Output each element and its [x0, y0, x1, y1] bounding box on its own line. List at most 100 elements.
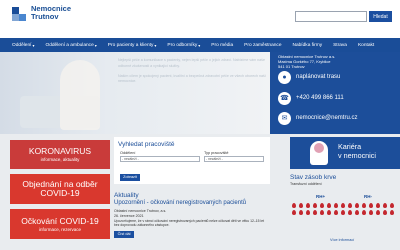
- department-search-form: Vyhledat pracoviště Oddělení - nezáleží …: [114, 137, 270, 184]
- blood-drop-icon: [306, 210, 310, 215]
- nav-item[interactable]: Strava: [333, 43, 347, 48]
- blood-drop-icon: [306, 203, 310, 208]
- blood-drop-icon: [376, 210, 380, 215]
- hero-image-nurse: [60, 60, 100, 130]
- blood-drop-icon: [320, 210, 324, 215]
- hero-text: Nejlepší péče a komunikace s pacienty, n…: [118, 58, 266, 89]
- department-label: Oddělení: [120, 151, 136, 155]
- covid-test-title: Objednání na odběr COVID-19: [22, 179, 98, 198]
- blood-drop-icon: [334, 210, 338, 215]
- blood-stock-subtitle: Transfuzní oddělení: [290, 182, 322, 186]
- career-text: Kariéra v nemocnici: [338, 142, 376, 160]
- route-link[interactable]: naplánovat trasu: [296, 74, 340, 80]
- blood-drop-icon: [355, 203, 359, 208]
- blood-drop-icon: [292, 210, 296, 215]
- site-name-line2: Trutnov: [31, 12, 59, 21]
- nav-item[interactable]: Pro odborníky ▾: [167, 43, 200, 48]
- mail-icon: ✉: [278, 112, 291, 125]
- nav-item-label: Nabídka firmy: [292, 42, 323, 48]
- coronavirus-title: KORONAVIRUS: [28, 146, 92, 156]
- contact-panel: Oblastní nemocnice Trutnov a.s. Maxima G…: [270, 52, 400, 134]
- vaccination-subtitle: informace, rezervace: [38, 226, 82, 232]
- coronavirus-subtitle: informace, aktuality: [40, 157, 80, 162]
- read-more-button[interactable]: Číst dál: [114, 231, 134, 238]
- nav-item-label: Strava: [333, 42, 347, 48]
- main-nav: Oddělení ▾ Oddělení a ambulance ▾ Pro pacien…: [0, 38, 400, 52]
- hospital-address: Oblastní nemocnice Trutnov a.s. Maxima G…: [278, 54, 335, 69]
- news-section: Aktuality Upozornění - očkování neregist…: [114, 190, 270, 250]
- nurse-avatar-icon: [310, 141, 328, 165]
- hospital-logo-icon[interactable]: [10, 5, 28, 23]
- type-select[interactable]: - nezáleží -: [204, 156, 264, 162]
- map-pin-icon: ●: [278, 71, 291, 84]
- hero-banner: Nejlepší péče a komunikace s pacienty, n…: [0, 52, 270, 134]
- blood-drop-icon: [313, 203, 317, 208]
- nav-item[interactable]: Oddělení ▾: [12, 43, 34, 48]
- blood-drop-icon: [320, 203, 324, 208]
- nav-item[interactable]: Oddělení a ambulance ▾: [45, 43, 96, 48]
- search-form-title: Vyhledat pracoviště: [118, 141, 175, 148]
- blood-drop-icon: [327, 210, 331, 215]
- site-header: Nemocnice Trutnov Hledat: [0, 0, 400, 38]
- chevron-down-icon: ▾: [94, 42, 97, 48]
- nav-item[interactable]: Pro pacienty a klienty ▾: [108, 43, 157, 48]
- covid-vaccination-button[interactable]: Očkování COVID-19 informace, rezervace: [10, 209, 110, 239]
- blood-group-rh-negative: RH-: [364, 194, 372, 199]
- news-body: Upozorňujeme, že v rámci očkování neregi…: [114, 219, 265, 227]
- news-source: Oblastní nemocnice Trutnov, a.s.: [114, 209, 167, 213]
- blood-drop-icon: [341, 210, 345, 215]
- blood-drop-icon: [327, 203, 331, 208]
- hero-paragraph-1: Nejlepší péče a komunikace s pacienty, n…: [118, 58, 265, 68]
- department-select[interactable]: - nezáleží -: [120, 156, 200, 162]
- chevron-down-icon: ▾: [154, 42, 157, 48]
- hero-paragraph-2: Naším cílem je spokojený pacient, kvalit…: [118, 73, 266, 84]
- search-input[interactable]: [295, 11, 367, 22]
- blood-drop-icon: [355, 210, 359, 215]
- search-button[interactable]: Hledat: [369, 11, 392, 22]
- department-select-value: - nezáleží -: [122, 157, 139, 161]
- chevron-down-icon: ▾: [32, 42, 35, 48]
- type-label: Typ pracoviště: [204, 151, 229, 155]
- site-name[interactable]: Nemocnice Trutnov: [31, 5, 71, 21]
- blood-drop-icon: [362, 203, 366, 208]
- nav-item[interactable]: Kontakt: [358, 43, 374, 48]
- career-line2: v nemocnici: [338, 150, 376, 160]
- coronavirus-button[interactable]: KORONAVIRUS informace, aktuality: [10, 140, 110, 169]
- news-date: 26. července 2021: [114, 214, 144, 218]
- blood-drop-icon: [390, 210, 394, 215]
- blood-drop-icon: [383, 203, 387, 208]
- blood-drop-icon: [292, 203, 296, 208]
- nav-item-label: Oddělení: [12, 42, 32, 48]
- career-banner[interactable]: Kariéra v nemocnici: [290, 137, 400, 169]
- covid-test-booking-button[interactable]: Objednání na odběr COVID-19: [10, 174, 110, 204]
- show-button[interactable]: Zobrazit: [120, 174, 140, 181]
- blood-drop-icon: [383, 210, 387, 215]
- nav-item[interactable]: Pro média: [211, 43, 233, 48]
- vaccination-title: Očkování COVID-19: [21, 215, 99, 226]
- news-headline[interactable]: Upozornění - očkování neregistrovaných p…: [114, 200, 246, 206]
- nav-item-label: Pro odborníky: [167, 42, 198, 48]
- blood-drop-icon: [369, 210, 373, 215]
- nav-item-label: Pro zaměstnance: [244, 42, 282, 48]
- blood-drop-icon: [390, 203, 394, 208]
- phone-icon: ☎: [278, 92, 291, 105]
- nav-item[interactable]: Nabídka firmy: [293, 43, 323, 48]
- nav-item[interactable]: Pro zaměstnance: [244, 43, 281, 48]
- blood-drop-icon: [362, 210, 366, 215]
- blood-drop-icon: [348, 210, 352, 215]
- blood-group-rh-positive: RH+: [316, 194, 326, 199]
- blood-more-link[interactable]: Více informací: [330, 238, 354, 242]
- nav-item-label: Kontakt: [357, 42, 375, 48]
- phone-link[interactable]: +420 499 866 111: [296, 95, 344, 101]
- blood-drop-icon: [376, 203, 380, 208]
- email-link[interactable]: nemocnice@nemtru.cz: [296, 115, 357, 121]
- blood-stock-title: Stav zásob krve: [290, 174, 337, 181]
- blood-drop-icon: [313, 210, 317, 215]
- blood-drop-icon: [334, 203, 338, 208]
- blood-drop-icon: [348, 203, 352, 208]
- blood-drop-icon: [341, 203, 345, 208]
- blood-drop-icon: [369, 203, 373, 208]
- nav-item-label: Pro pacienty a klienty: [107, 42, 154, 48]
- blood-drop-icon: [299, 210, 303, 215]
- nav-item-label: Pro média: [211, 42, 234, 48]
